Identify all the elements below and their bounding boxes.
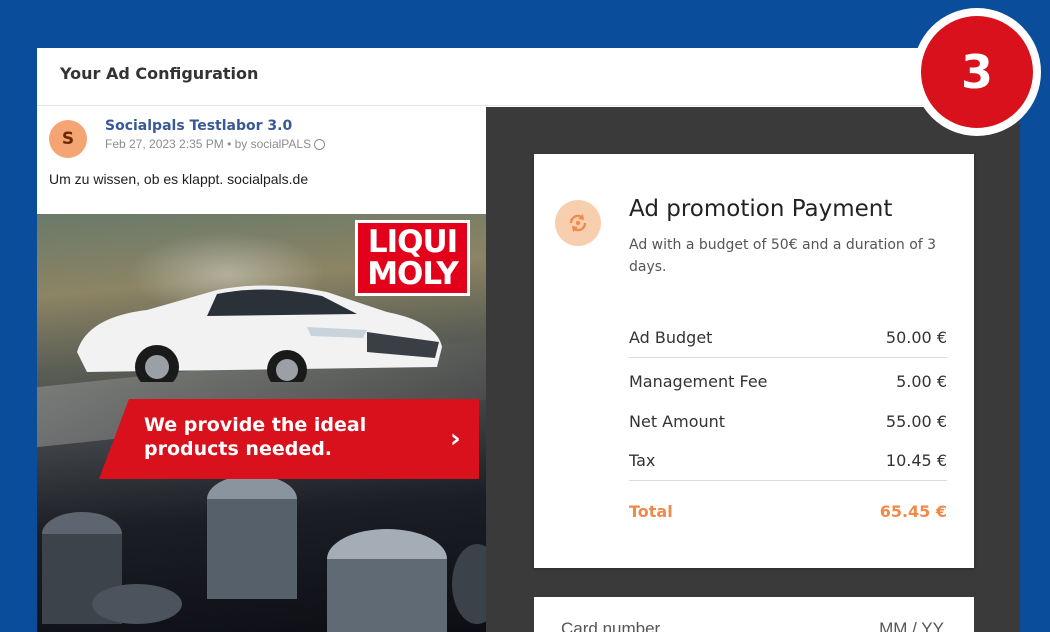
row-ad-budget: Ad Budget 50.00 € bbox=[629, 318, 947, 358]
row-management-fee: Management Fee 5.00 € bbox=[629, 361, 947, 401]
panel-title: Your Ad Configuration bbox=[60, 64, 259, 83]
ad-configuration-panel: Your Ad Configuration S Socialpals Testl… bbox=[37, 48, 1020, 632]
total-label: Total bbox=[629, 501, 673, 521]
author-name[interactable]: Socialpals Testlabor 3.0 bbox=[105, 118, 325, 134]
post-text: Um zu wissen, ob es klappt. socialpals.d… bbox=[49, 171, 309, 187]
refresh-icon bbox=[555, 200, 601, 246]
post-timestamp: Feb 27, 2023 2:35 PM • by socialPALS bbox=[105, 137, 312, 151]
total-value: 65.45 € bbox=[879, 501, 947, 521]
payment-description: Ad with a budget of 50€ and a duration o… bbox=[629, 237, 937, 275]
row-label: Ad Budget bbox=[629, 328, 713, 347]
step-badge: 3 bbox=[913, 8, 1041, 136]
expiry-field[interactable]: MM / YY bbox=[879, 619, 944, 632]
row-value: 10.45 € bbox=[885, 451, 947, 470]
payment-summary-card: Ad promotion Payment Ad with a budget of… bbox=[534, 154, 974, 568]
logo-line-2: MOLY bbox=[367, 256, 459, 292]
author-block: Socialpals Testlabor 3.0 Feb 27, 2023 2:… bbox=[105, 118, 326, 151]
post-preview: S Socialpals Testlabor 3.0 Feb 27, 2023 … bbox=[37, 107, 486, 632]
row-value: 5.00 € bbox=[896, 371, 947, 391]
row-value: 50.00 € bbox=[885, 328, 947, 347]
row-label: Net Amount bbox=[629, 411, 726, 431]
payment-area: Ad promotion Payment Ad with a budget of… bbox=[486, 107, 1020, 632]
globe-icon bbox=[314, 138, 326, 150]
liqui-moly-logo: LIQUI MOLY bbox=[355, 220, 470, 296]
row-net-amount: Net Amount 55.00 € bbox=[629, 401, 947, 441]
post-header: S Socialpals Testlabor 3.0 Feb 27, 2023 … bbox=[37, 107, 486, 158]
panel-header: Your Ad Configuration bbox=[37, 48, 1020, 106]
chevron-right-icon[interactable]: › bbox=[450, 424, 461, 454]
avatar: S bbox=[49, 120, 87, 158]
payment-title: Ad promotion Payment bbox=[629, 196, 893, 222]
ad-image: LIQUI MOLY We provide the ideal products… bbox=[37, 214, 486, 632]
row-label: Management Fee bbox=[629, 371, 768, 391]
pistons-image bbox=[42, 475, 486, 632]
row-tax: Tax 10.45 € bbox=[629, 441, 947, 481]
card-details-input[interactable]: Card number MM / YY bbox=[534, 597, 974, 632]
step-badge-circle: 3 bbox=[921, 16, 1033, 128]
post-meta: Feb 27, 2023 2:35 PM • by socialPALS bbox=[105, 137, 326, 151]
row-label: Tax bbox=[629, 451, 656, 470]
logo-line-1: LIQUI bbox=[367, 224, 458, 260]
payment-breakdown: Ad Budget 50.00 € Management Fee 5.00 € … bbox=[629, 318, 947, 541]
banner-text: We provide the ideal products needed. bbox=[144, 414, 367, 460]
card-number-field[interactable]: Card number bbox=[561, 619, 660, 632]
row-value: 55.00 € bbox=[885, 411, 947, 431]
row-total: Total 65.45 € bbox=[629, 481, 947, 541]
step-number: 3 bbox=[960, 45, 993, 99]
